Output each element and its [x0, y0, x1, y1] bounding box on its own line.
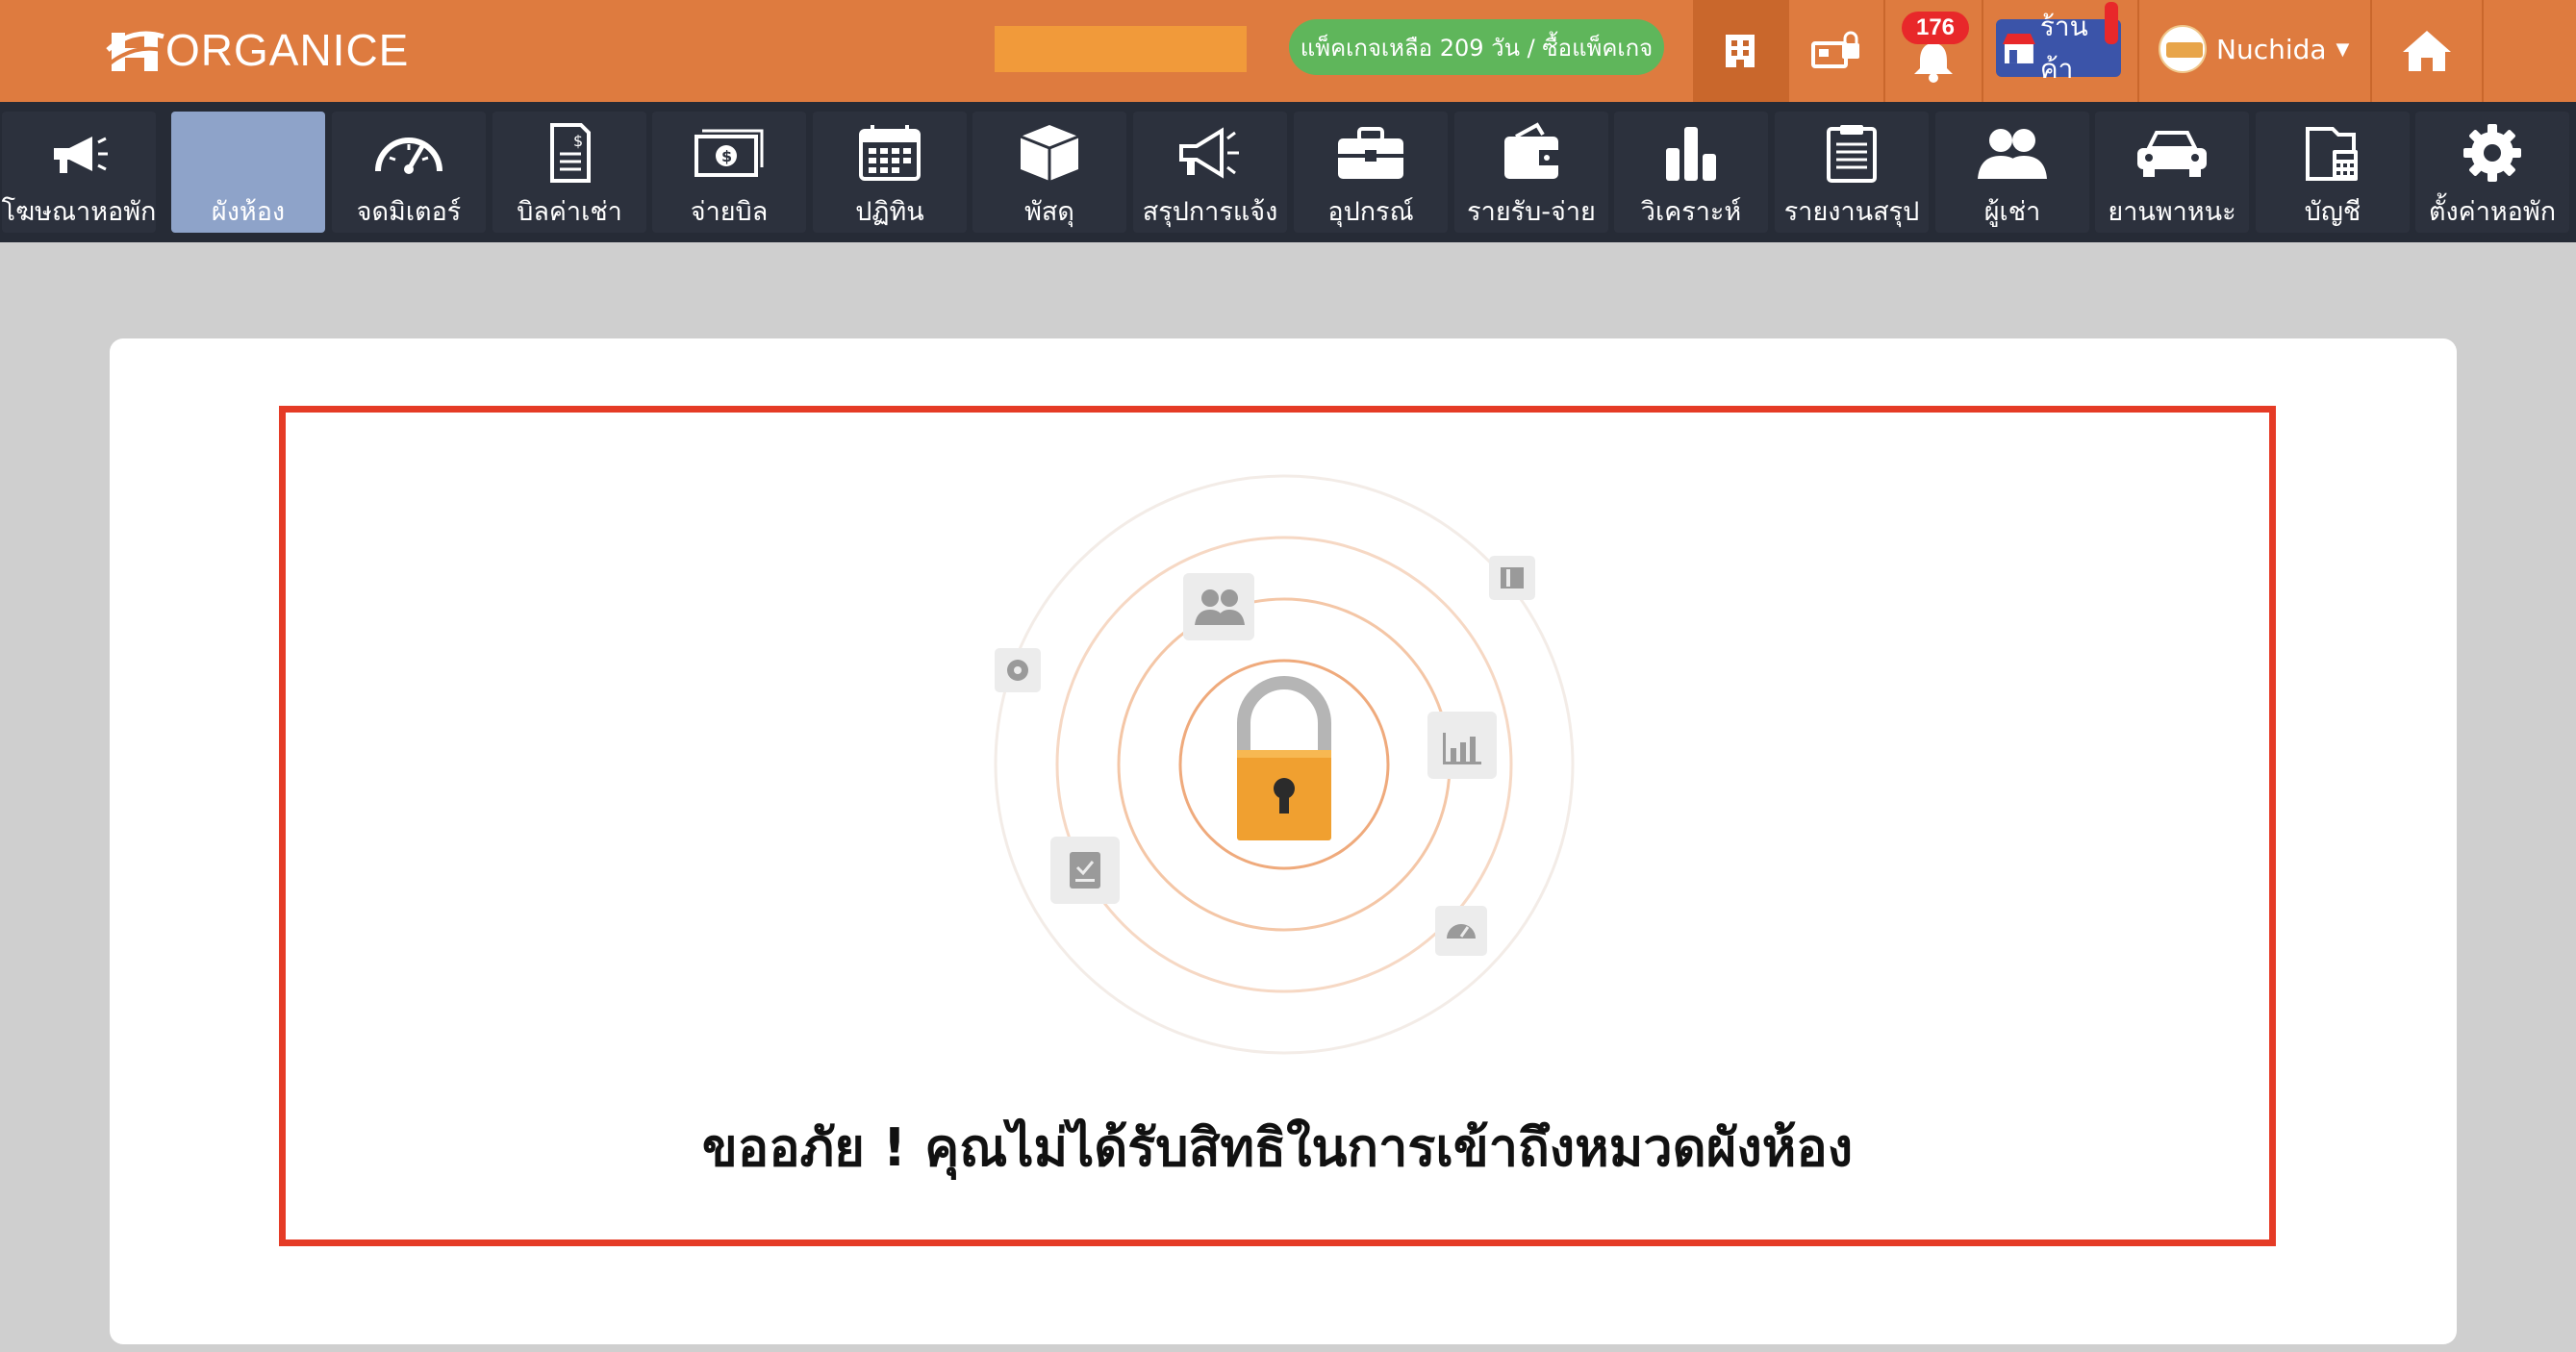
avatar: [2159, 25, 2207, 73]
floor-plan-icon: [210, 121, 287, 185]
nav-item-pay-bill[interactable]: $ จ่ายบิล: [652, 112, 806, 233]
nav-label: จ่ายบิล: [690, 197, 769, 227]
logo-mark-icon: [106, 31, 164, 71]
nav-label: อุปกรณ์: [1327, 197, 1414, 227]
nav-item-analytics[interactable]: วิเคราะห์: [1614, 112, 1768, 233]
nav-item-vehicles[interactable]: ยานพาหนะ: [2095, 112, 2249, 233]
nav-label: รายรับ-จ่าย: [1467, 197, 1596, 227]
brand-logo[interactable]: ORGANICE: [106, 21, 409, 79]
promo-banner[interactable]: [995, 26, 1247, 72]
chart-tile-icon: [1427, 712, 1497, 779]
nav-item-equipment[interactable]: อุปกรณ์: [1294, 112, 1448, 233]
shop-button[interactable]: ร้านค้า: [1996, 11, 2121, 85]
access-denied-message: ขออภัย ! คุณไม่ได้รับสิทธิในการเข้าถึงหม…: [701, 1117, 1854, 1178]
parcel-icon: [1020, 125, 1079, 181]
accounting-icon: [2306, 127, 2358, 181]
locked-illustration: [994, 474, 1575, 1055]
nav-item-income-expense[interactable]: รายรับ-จ่าย: [1454, 112, 1608, 233]
nav-item-advertise[interactable]: โฆษณาหอพัก: [2, 112, 156, 233]
user-name: Nuchida: [2216, 33, 2327, 65]
nav-label: จดมิเตอร์: [356, 197, 462, 227]
receipt-tile-icon: [1050, 837, 1120, 904]
calendar-icon: [859, 125, 921, 181]
padlock-icon: [1237, 676, 1331, 840]
home-button[interactable]: [2372, 0, 2482, 102]
invoice-icon: $: [550, 123, 591, 183]
wallet-icon: [1504, 122, 1558, 179]
cash-icon: $: [695, 129, 764, 177]
nav-item-summary-report[interactable]: รายงานสรุป: [1775, 112, 1929, 233]
main-navigation: โฆษณาหอพัก ผังห้อง จดมิเตอร์ $ บิลค่าเช่…: [0, 102, 2576, 242]
gauge-tile-icon: [1435, 906, 1487, 956]
door-tile-icon: [1489, 556, 1535, 600]
car-icon: [2137, 131, 2207, 177]
nav-item-accounting[interactable]: บัญชี: [2256, 112, 2410, 233]
nav-label: บิลค่าเช่า: [517, 197, 622, 227]
notification-count-badge: 176: [1902, 12, 1969, 44]
gear-icon: [2463, 124, 2521, 182]
building-button[interactable]: [1693, 0, 1787, 102]
nav-label: ยานพาหนะ: [2108, 197, 2236, 227]
nav-label: พัสดุ: [1024, 197, 1074, 227]
shop-alert-icon: [2105, 2, 2118, 44]
nav-label: ตั้งค่าหอพัก: [2428, 197, 2557, 227]
clipboard-icon: [1827, 125, 1877, 183]
nav-label: วิเคราะห์: [1640, 197, 1742, 227]
nav-item-floor-plan[interactable]: ผังห้อง: [171, 112, 325, 233]
users-tile-icon: [1183, 573, 1254, 640]
nav-item-rent-bill[interactable]: $ บิลค่าเช่า: [492, 112, 646, 233]
nav-label: รายงานสรุป: [1783, 197, 1920, 227]
megaphone-icon: [54, 137, 108, 173]
nav-label: ผังห้อง: [211, 197, 286, 227]
chevron-down-icon: ▼: [2336, 38, 2350, 60]
bar-chart-icon: [1666, 127, 1716, 181]
announce-icon: [1179, 127, 1239, 179]
building-icon: [1726, 35, 1755, 67]
settings-tile-icon: [995, 648, 1041, 692]
nav-item-report-summary[interactable]: สรุปการแจ้ง: [1133, 112, 1287, 233]
nav-label: ปฏิทิน: [855, 197, 924, 227]
top-header: ORGANICE แพ็คเกจเหลือ 209 วัน / ซื้อแพ็ค…: [0, 0, 2576, 102]
nav-item-calendar[interactable]: ปฏิทิน: [813, 112, 967, 233]
svg-text:$: $: [573, 132, 583, 150]
nav-label: ผู้เช่า: [1983, 197, 2041, 227]
bell-icon: [1914, 43, 1953, 83]
users-icon: [1978, 129, 2047, 179]
lock-switch-icon: [1811, 31, 1859, 68]
nav-item-parcel[interactable]: พัสดุ: [972, 112, 1126, 233]
header-divider: [1982, 0, 1983, 102]
header-divider: [2482, 0, 2484, 102]
nav-item-meter[interactable]: จดมิเตอร์: [332, 112, 486, 233]
package-status-button[interactable]: แพ็คเกจเหลือ 209 วัน / ซื้อแพ็คเกจ: [1289, 19, 1664, 75]
gauge-icon: [375, 138, 442, 174]
svg-text:$: $: [721, 147, 732, 165]
header-divider: [2137, 0, 2139, 102]
nav-item-tenants[interactable]: ผู้เช่า: [1935, 112, 2089, 233]
nav-label: บัญชี: [2304, 197, 2361, 227]
switch-dorm-button[interactable]: [1789, 0, 1883, 102]
nav-item-dorm-settings[interactable]: ตั้งค่าหอพัก: [2415, 112, 2569, 233]
brand-name: ORGANICE: [165, 25, 410, 75]
toolbox-icon: [1338, 127, 1403, 179]
shop-icon: [2002, 34, 2035, 63]
home-icon: [2403, 31, 2451, 71]
nav-label: โฆษณาหอพัก: [1, 197, 157, 227]
user-menu[interactable]: Nuchida ▼: [2159, 21, 2349, 77]
nav-label: สรุปการแจ้ง: [1142, 197, 1278, 227]
